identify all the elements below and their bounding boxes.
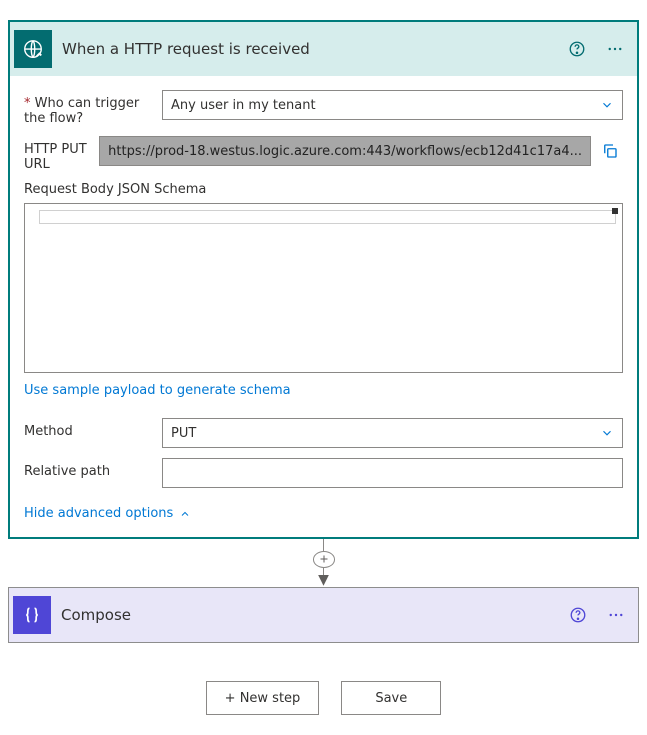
method-value: PUT [171,426,196,441]
more-button[interactable] [601,35,629,63]
new-step-button[interactable]: + New step [206,681,320,715]
relative-path-input[interactable] [162,458,623,488]
connector: ▼ [8,539,639,587]
chevron-down-icon [600,98,614,112]
who-can-trigger-row: * Who can trigger the flow? Any user in … [24,90,623,126]
more-button[interactable] [602,601,630,629]
who-can-trigger-select[interactable]: Any user in my tenant [162,90,623,120]
url-label: HTTP PUT URL [24,136,91,172]
sample-payload-link[interactable]: Use sample payload to generate schema [24,383,291,398]
method-label: Method [24,418,154,439]
compose-title: Compose [61,606,554,624]
chevron-down-icon [600,426,614,440]
relative-path-row: Relative path [24,458,623,488]
trigger-body: * Who can trigger the flow? Any user in … [10,76,637,537]
http-url-row: HTTP PUT URL https://prod-18.westus.logi… [24,136,623,172]
trigger-header[interactable]: When a HTTP request is received [10,22,637,76]
save-button[interactable]: Save [341,681,441,715]
http-url-value: https://prod-18.westus.logic.azure.com:4… [99,136,591,166]
method-row: Method PUT [24,418,623,448]
compose-icon [13,596,51,634]
trigger-card: When a HTTP request is received * Who ca… [8,20,639,539]
trigger-title: When a HTTP request is received [62,40,553,58]
compose-header[interactable]: Compose [9,588,638,642]
schema-label: Request Body JSON Schema [24,182,623,197]
chevron-up-icon [179,508,191,520]
method-select[interactable]: PUT [162,418,623,448]
help-button[interactable] [564,601,592,629]
relpath-label: Relative path [24,458,154,479]
schema-textarea[interactable] [24,203,623,373]
arrow-down-icon: ▼ [318,575,329,585]
hide-advanced-toggle[interactable]: Hide advanced options [24,506,623,521]
help-button[interactable] [563,35,591,63]
compose-card: Compose [8,587,639,643]
who-value: Any user in my tenant [171,98,316,113]
add-step-between-button[interactable] [313,551,335,568]
http-request-icon [14,30,52,68]
footer-actions: + New step Save [8,681,639,715]
copy-url-button[interactable] [597,138,623,164]
who-label: * Who can trigger the flow? [24,90,154,126]
